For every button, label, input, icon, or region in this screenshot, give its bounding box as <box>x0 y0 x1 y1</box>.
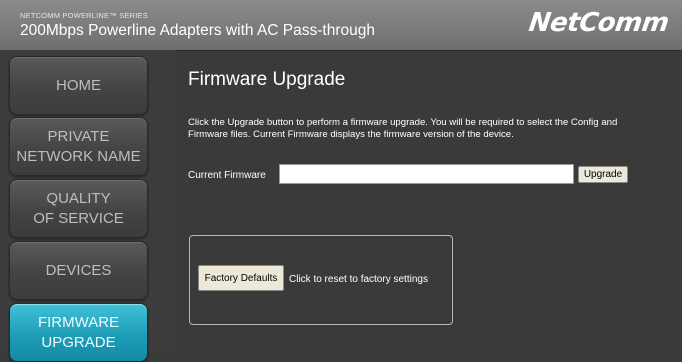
nav-item-devices[interactable]: DEVICES <box>9 241 148 300</box>
sidebar-nav: HOME PRIVATE NETWORK NAME QUALITY OF SER… <box>0 50 176 362</box>
current-firmware-label: Current Firmware <box>188 170 266 181</box>
factory-defaults-button[interactable]: Factory Defaults <box>198 265 284 291</box>
nav-item-label: QUALITY <box>46 189 111 207</box>
product-series-label: NETCOMM POWERLINE™ SERIES <box>20 11 148 20</box>
nav-item-label: UPGRADE <box>41 333 116 351</box>
nav-item-firmware-upgrade[interactable]: FIRMWARE UPGRADE <box>9 303 148 362</box>
nav-item-label: OF SERVICE <box>33 209 124 227</box>
nav-item-label: NETWORK NAME <box>16 147 141 165</box>
page-description: Click the Upgrade button to perform a fi… <box>188 117 618 140</box>
header-bar: NETCOMM POWERLINE™ SERIES 200Mbps Powerl… <box>0 0 682 51</box>
netcomm-logo: NetComm <box>526 8 671 38</box>
nav-item-home[interactable]: HOME <box>9 56 148 115</box>
nav-item-label: HOME <box>56 76 101 94</box>
main-content: Firmware Upgrade Click the Upgrade butto… <box>176 50 682 352</box>
nav-item-label: PRIVATE <box>47 127 110 145</box>
upgrade-button[interactable]: Upgrade <box>578 166 628 183</box>
product-title: 200Mbps Powerline Adapters with AC Pass-… <box>20 22 375 39</box>
page-title: Firmware Upgrade <box>188 69 346 90</box>
nav-item-label: FIRMWARE <box>37 313 120 331</box>
current-firmware-field[interactable] <box>279 164 574 184</box>
factory-defaults-panel: Factory Defaults Click to reset to facto… <box>189 235 453 325</box>
nav-item-label: DEVICES <box>45 261 112 279</box>
factory-defaults-hint: Click to reset to factory settings <box>289 274 428 285</box>
nav-item-quality-of-service[interactable]: QUALITY OF SERVICE <box>9 179 148 238</box>
nav-item-private-network-name[interactable]: PRIVATE NETWORK NAME <box>9 117 148 176</box>
